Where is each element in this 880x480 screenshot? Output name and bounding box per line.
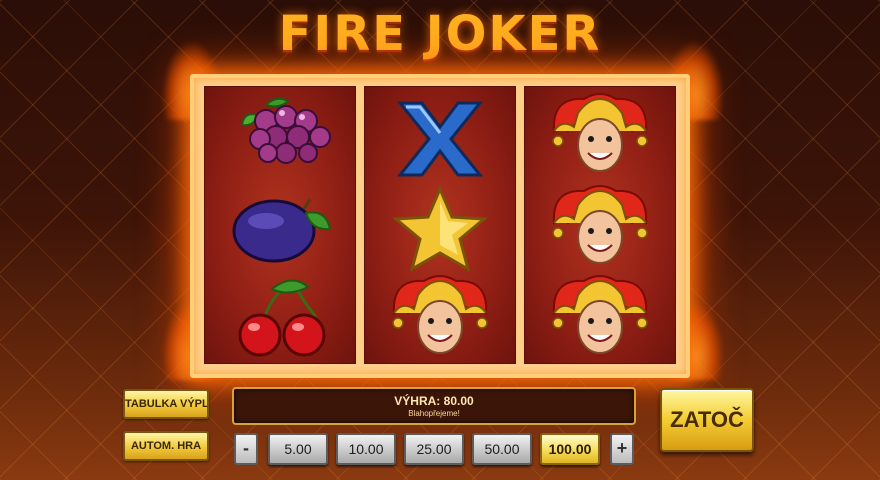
paytable-button[interactable]: TABULKA VÝPLAT [123, 389, 209, 419]
star-icon [392, 185, 488, 271]
grapes-icon [240, 97, 331, 164]
bet-option[interactable]: 50.00 [472, 433, 532, 465]
bet-option[interactable]: 5.00 [268, 433, 328, 465]
joker-icon [552, 275, 648, 354]
bet-option[interactable]: 10.00 [336, 433, 396, 465]
spin-button[interactable]: ZATOČ [660, 388, 754, 452]
reels-frame [190, 74, 690, 378]
cherries-icon [238, 279, 326, 357]
joker-icon [552, 185, 648, 264]
bet-option-selected[interactable]: 100.00 [540, 433, 600, 465]
win-panel: VÝHRA: 80.00 Blahopřejeme! [232, 387, 636, 425]
increase-bet-button[interactable]: + [610, 433, 634, 465]
win-line: VÝHRA: 80.00 [234, 394, 634, 408]
reel-2 [364, 86, 516, 364]
joker-icon [392, 275, 488, 354]
joker-icon [552, 93, 648, 172]
autoplay-button[interactable]: AUTOM. HRA [123, 431, 209, 461]
plum-icon [232, 198, 332, 263]
win-message: Blahopřejeme! [408, 409, 460, 418]
x-symbol-icon [396, 101, 484, 177]
bet-option[interactable]: 25.00 [404, 433, 464, 465]
game-title: FIRE JOKER [278, 6, 602, 62]
decrease-bet-button[interactable]: - [234, 433, 258, 465]
win-label: VÝHRA: [394, 394, 441, 408]
reel-3 [524, 86, 676, 364]
reel-1 [204, 86, 356, 364]
win-amount: 80.00 [443, 394, 474, 408]
